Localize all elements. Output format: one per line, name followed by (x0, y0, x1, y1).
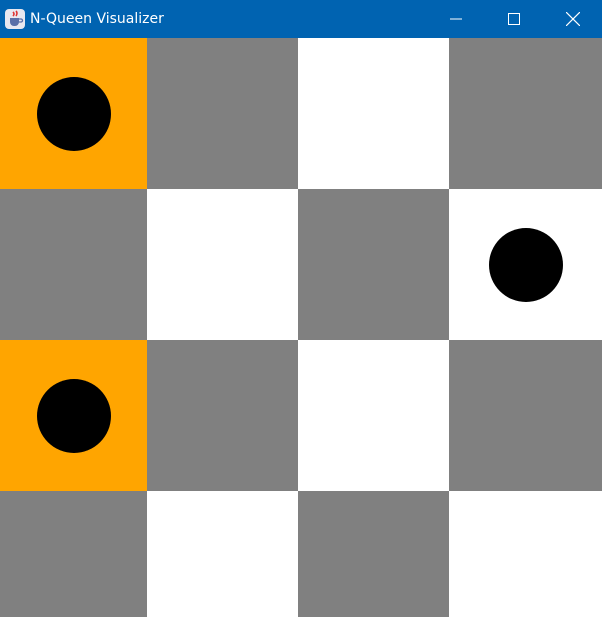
chess-board (0, 38, 602, 617)
queen-piece (488, 227, 563, 302)
close-button[interactable] (544, 0, 602, 38)
app-window: N-Queen Visualizer (0, 0, 602, 617)
board-square-r3-c2[interactable] (147, 340, 298, 491)
board-square-r2-c2[interactable] (147, 189, 298, 340)
board-square-r1-c1[interactable] (0, 38, 147, 189)
queen-piece (36, 378, 111, 453)
java-cup-icon (5, 9, 25, 29)
board-square-r3-c3[interactable] (298, 340, 449, 491)
board-square-r3-c1[interactable] (0, 340, 147, 491)
board-square-r4-c4[interactable] (449, 491, 602, 617)
maximize-icon (508, 13, 520, 25)
board-square-r4-c3[interactable] (298, 491, 449, 617)
maximize-button[interactable] (485, 0, 543, 38)
close-icon (566, 12, 580, 26)
board-square-r4-c1[interactable] (0, 491, 147, 617)
board-square-r2-c1[interactable] (0, 189, 147, 340)
board-square-r2-c3[interactable] (298, 189, 449, 340)
board-square-r1-c3[interactable] (298, 38, 449, 189)
board-square-r4-c2[interactable] (147, 491, 298, 617)
minimize-button[interactable] (427, 0, 485, 38)
board-square-r1-c2[interactable] (147, 38, 298, 189)
minimize-icon (450, 13, 462, 25)
board-square-r2-c4[interactable] (449, 189, 602, 340)
board-square-r3-c4[interactable] (449, 340, 602, 491)
queen-piece (36, 76, 111, 151)
board-square-r1-c4[interactable] (449, 38, 602, 189)
title-bar[interactable]: N-Queen Visualizer (0, 0, 602, 38)
window-title: N-Queen Visualizer (30, 11, 164, 27)
